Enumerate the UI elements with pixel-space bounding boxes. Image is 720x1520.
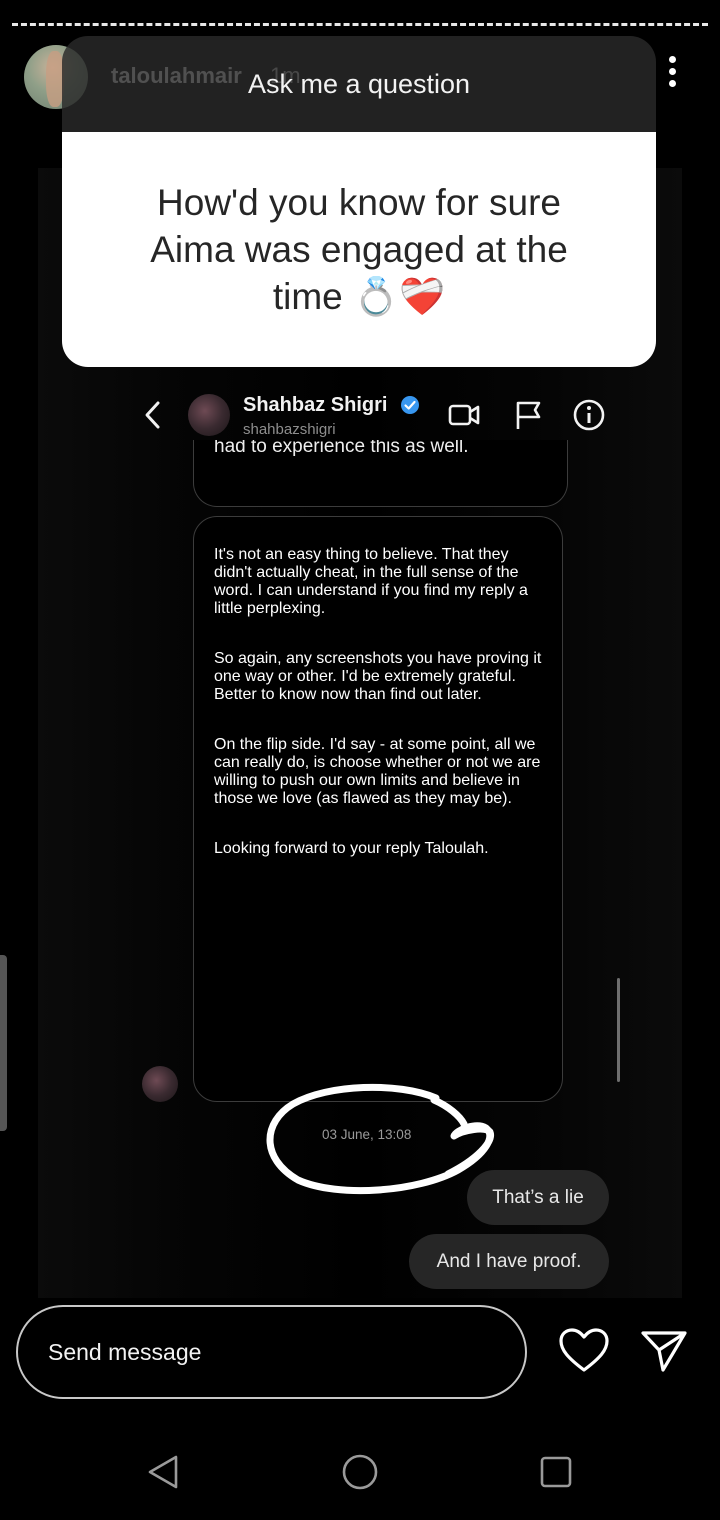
sent-message-bubble: That’s a lie: [467, 1170, 609, 1225]
cut-off-message-text: had to experience this as well.: [214, 440, 469, 456]
sticker-question: How'd you know for sure Aima was engaged…: [62, 132, 656, 367]
sender-avatar: [142, 1066, 178, 1102]
heart-icon[interactable]: [558, 1328, 610, 1374]
send-message-placeholder: Send message: [48, 1339, 202, 1365]
sent-message-bubble: And I have proof.: [409, 1234, 609, 1289]
nav-home-icon[interactable]: [340, 1452, 380, 1492]
message-paragraph: So again, any screenshots you have provi…: [214, 650, 542, 703]
dm-contact-avatar: [188, 394, 230, 436]
back-arrow-icon: [145, 401, 160, 429]
more-options-icon[interactable]: [662, 56, 682, 96]
message-timestamp: 03 June, 13:08: [322, 1127, 412, 1142]
info-icon: [573, 399, 605, 431]
sticker-header: Ask me a question: [62, 36, 656, 132]
message-paragraph: Looking forward to your reply Taloulah.: [214, 840, 489, 857]
dm-contact-handle: shahbazshigri: [243, 421, 336, 438]
nav-back-icon[interactable]: [146, 1454, 182, 1490]
question-text: How'd you know for sure Aima was engaged…: [150, 182, 568, 317]
send-icon[interactable]: [638, 1328, 690, 1374]
question-sticker: Ask me a question How'd you know for sur…: [62, 36, 656, 367]
verified-badge-icon: [401, 396, 419, 414]
flag-icon: [516, 401, 541, 429]
message-paragraph: It's not an easy thing to believe. That …: [214, 546, 528, 617]
video-call-icon: [448, 404, 480, 426]
nav-recent-apps-icon[interactable]: [538, 1454, 574, 1490]
scrollbar: [617, 978, 620, 1082]
message-paragraph: On the flip side. I'd say - at some poin…: [214, 736, 541, 807]
received-message-text: It's not an easy thing to believe. That …: [214, 530, 549, 874]
side-handle: [0, 955, 7, 1131]
dm-contact-name: Shahbaz Shigri: [243, 394, 388, 416]
story-progress-bar: [12, 23, 708, 26]
